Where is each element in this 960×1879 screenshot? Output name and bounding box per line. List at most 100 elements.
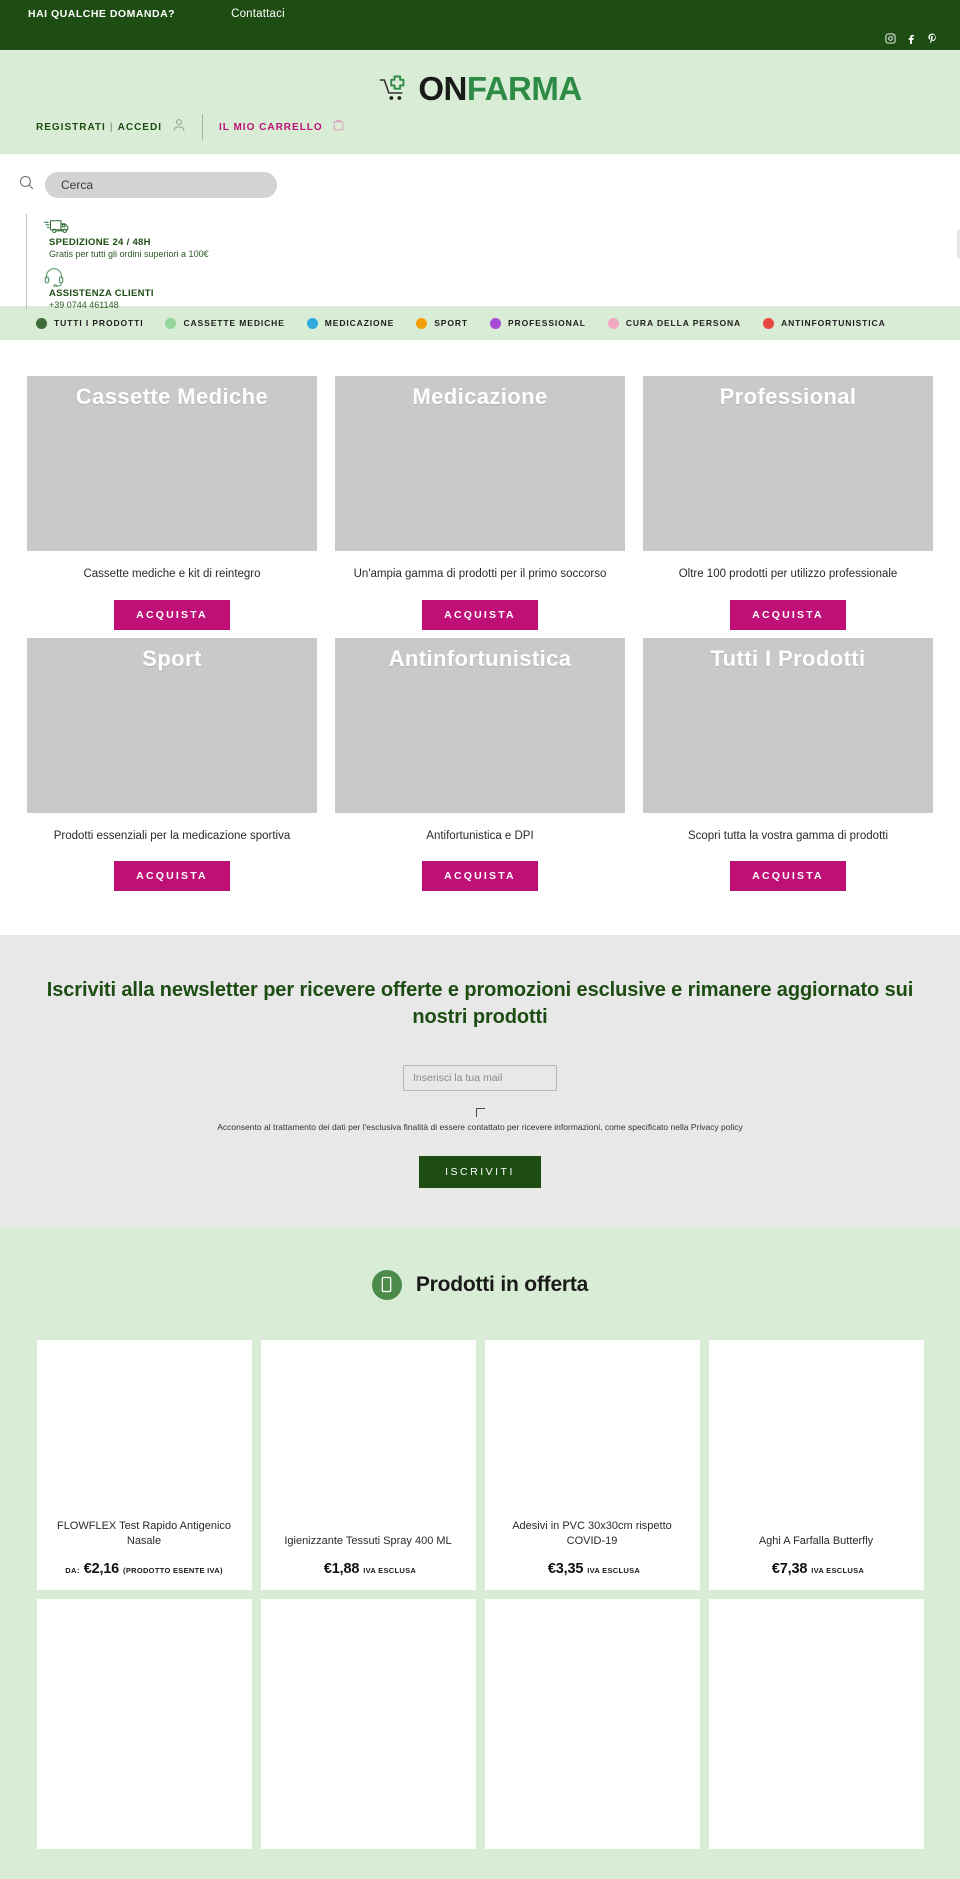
product-card[interactable]: Igienizzante Tessuti Spray 400 ML €1,88 IV… [260,1339,476,1590]
product-price: €7,38 IVA ESCLUSA [768,1561,864,1577]
product-price: DA: €2,16 (PRODOTTO ESENTE IVA) [65,1561,223,1577]
category-card-description: Antifortunistica e DPI [426,829,534,842]
category-card-title: Sport [142,645,202,671]
account-row: REGISTRATI | ACCEDI IL MIO CARRELLO [36,114,345,140]
category-card: Medicazione Un'ampia gamma di prodotti pe… [335,376,625,630]
category-nav-label: SPORT [434,318,468,328]
price-prefix: DA: [65,1565,80,1575]
category-nav-item[interactable]: PROFESSIONAL [489,317,586,329]
search-icon[interactable] [18,174,35,196]
offers-section: Prodotti in offerta FLOWFLEX Test Rapido… [0,1227,960,1879]
product-card[interactable] [708,1598,924,1849]
search-band: SPEDIZIONE 24 / 48H Gratis per tutti gli… [0,154,960,310]
category-card-title: Antinfortunistica [388,645,572,671]
price-note: IVA ESCLUSA [363,1565,417,1575]
headset-icon [43,265,960,287]
product-name: Adesivi in PVC 30x30cm rispetto COVID-19 [512,1520,672,1547]
logo-text: ONFARMA [418,72,582,105]
social-links [885,33,938,44]
category-card-description: Prodotti essenziali per la medicazione s… [53,829,291,842]
user-icon[interactable] [172,117,186,138]
category-card: Tutti I Prodotti Scopri tutta la vostra g… [643,637,933,892]
newsletter-consent-checkbox[interactable] [475,1108,485,1118]
info-subtitle: +39 0744 461148 [49,300,119,310]
site-logo[interactable]: ONFARMA [378,72,582,105]
product-image [719,1599,914,1824]
category-card-title: Medicazione [412,384,548,409]
newsletter-section: Iscriviti alla newsletter per ricevere o… [0,935,960,1228]
category-card-description: Scopri tutta la vostra gamma di prodotti [687,829,889,842]
category-card-title: Professional [719,384,857,409]
buy-button[interactable]: ACQUISTA [422,599,538,630]
category-color-dot [165,317,177,329]
info-block: SPEDIZIONE 24 / 48H Gratis per tutti gli… [26,214,960,310]
category-card-title: Tutti I Prodotti [710,645,866,671]
category-nav-item[interactable]: TUTTI I PRODOTTI [36,317,144,329]
category-nav-item[interactable]: MEDICAZIONE [306,317,395,329]
auth-separator: | [109,121,114,133]
newsletter-email-input[interactable] [403,1065,557,1092]
product-card[interactable] [260,1598,476,1849]
price-amount: €2,16 [83,1560,120,1577]
category-nav-item[interactable]: CURA DELLA PERSONA [607,317,741,329]
divider [201,114,203,140]
question-label[interactable]: HAI QUALCHE DOMANDA? [28,8,175,20]
price-amount: €1,88 [323,1560,360,1577]
category-nav-item[interactable]: ANTINFORTUNISTICA [763,317,886,329]
register-link[interactable]: REGISTRATI [36,122,106,133]
category-cards-grid: Cassette Mediche Cassette mediche e kit d… [0,376,960,892]
facebook-icon[interactable] [906,33,917,44]
category-nav-item[interactable]: CASSETTE MEDICHE [165,317,285,329]
bag-icon[interactable] [332,117,345,137]
buy-button[interactable]: ACQUISTA [730,599,846,630]
info-subtitle: Gratis per tutti gli ordini superiori a … [49,249,209,259]
newsletter-submit-button[interactable]: ISCRIVITI [419,1155,541,1188]
category-nav-item[interactable]: SPORT [416,317,468,329]
category-card-image: Medicazione [335,376,625,551]
info-item-support: ASSISTENZA CLIENTI +39 0744 461148 [43,265,960,310]
category-color-dot [416,317,428,329]
category-card-title: Cassette Mediche [75,384,269,409]
price-amount: €3,35 [547,1560,584,1577]
category-cards-section: Cassette Mediche Cassette mediche e kit d… [0,340,960,936]
category-nav-label: PROFESSIONAL [507,318,586,328]
buy-button[interactable]: ACQUISTA [114,861,230,892]
product-name: FLOWFLEX Test Rapido Antigenico Nasale [56,1520,232,1547]
info-title: SPEDIZIONE 24 / 48H [49,237,151,248]
price-amount: €7,38 [771,1560,808,1577]
product-card[interactable]: Adesivi in PVC 30x30cm rispetto COVID-19… [484,1339,700,1590]
product-price: €1,88 IVA ESCLUSA [320,1561,416,1577]
buy-button[interactable]: ACQUISTA [114,599,230,630]
pinterest-icon[interactable] [927,33,938,44]
price-note: IVA ESCLUSA [587,1565,641,1575]
cart-link[interactable]: IL MIO CARRELLO [219,122,323,133]
info-item-shipping: SPEDIZIONE 24 / 48H Gratis per tutti gli… [43,214,960,259]
category-color-dot [306,317,318,329]
category-card: Cassette Mediche Cassette mediche e kit d… [27,376,317,630]
category-color-dot [36,317,47,329]
contact-link[interactable]: Contattaci [231,8,285,20]
product-card[interactable] [36,1598,252,1849]
search-input[interactable] [45,172,277,198]
product-card[interactable]: FLOWFLEX Test Rapido Antigenico Nasale DA… [36,1339,252,1590]
category-nav-label: TUTTI I PRODOTTI [54,318,144,328]
buy-button[interactable]: ACQUISTA [730,861,846,892]
product-name: Aghi A Farfalla Butterfly [758,1534,874,1547]
product-card[interactable] [484,1598,700,1849]
instagram-icon[interactable] [885,33,896,44]
category-color-dot [763,317,775,329]
category-card-description: Un'ampia gamma di prodotti per il primo … [353,568,607,580]
category-nav-label: ANTINFORTUNISTICA [781,318,886,328]
newsletter-consent-text: Acconsento al trattamento dei dati per l… [217,1122,743,1133]
product-image [271,1340,466,1534]
category-card: Sport Prodotti essenziali per la medicazi… [27,637,317,892]
product-card[interactable]: Aghi A Farfalla Butterfly €7,38 IVA ESCLUS… [708,1339,924,1590]
product-image [271,1599,466,1824]
login-link[interactable]: ACCEDI [118,122,162,133]
product-price: €3,35 IVA ESCLUSA [544,1561,640,1577]
category-nav-label: MEDICAZIONE [324,318,395,328]
buy-button[interactable]: ACQUISTA [422,861,538,892]
category-nav-label: CASSETTE MEDICHE [183,318,285,328]
product-image [47,1340,242,1519]
logo-band: ONFARMA REGISTRATI | ACCEDI IL MIO CARRELL… [0,50,960,154]
